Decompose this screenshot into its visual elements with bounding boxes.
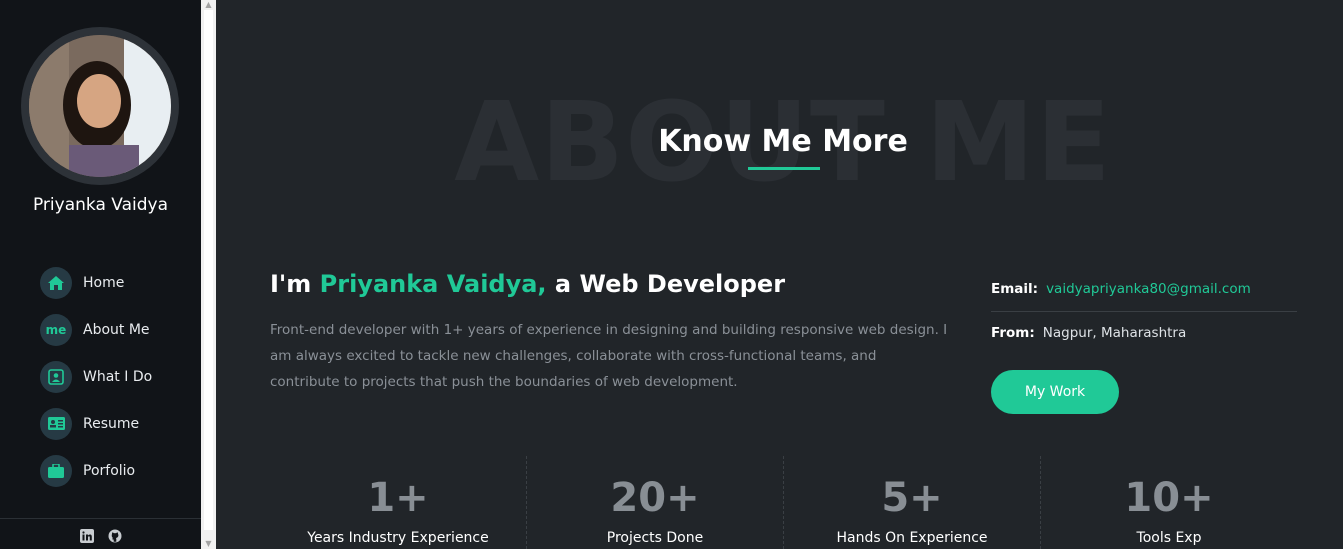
- info-divider: [991, 311, 1297, 312]
- stat-item: 20+ Projects Done: [526, 456, 783, 549]
- about-section: ABOUT ME Know Me More I'm Priyanka Vaidy…: [216, 0, 1343, 549]
- sidebar-divider: [0, 518, 201, 519]
- section-title: Know Me More: [658, 124, 908, 159]
- linkedin-icon[interactable]: [79, 528, 94, 543]
- sidebar: Priyanka Vaidya Home me About Me What I …: [0, 0, 201, 549]
- email-label: Email:: [991, 281, 1039, 297]
- stat-value: 20+: [610, 475, 700, 521]
- nav-label: Porfolio: [83, 462, 136, 479]
- intro-heading: I'm Priyanka Vaidya, a Web Developer: [270, 270, 785, 298]
- sidebar-nav: Home me About Me What I Do Resume Porfol…: [40, 259, 152, 494]
- me-icon: me: [40, 313, 72, 346]
- nav-item-portfolio[interactable]: Porfolio: [40, 447, 152, 494]
- from-row: From: Nagpur, Maharashtra: [991, 322, 1297, 344]
- home-icon: [40, 266, 72, 299]
- nav-label: Home: [83, 274, 125, 291]
- nav-item-resume[interactable]: Resume: [40, 400, 152, 447]
- stat-value: 5+: [881, 475, 943, 521]
- intro-name: Priyanka Vaidya,: [319, 270, 547, 298]
- nav-label: What I Do: [83, 368, 153, 385]
- stat-label: Hands On Experience: [836, 530, 988, 546]
- nav-item-what-i-do[interactable]: What I Do: [40, 353, 152, 400]
- email-link[interactable]: vaidyapriyanka80@gmail.com: [1046, 281, 1251, 297]
- title-underline: [748, 167, 820, 170]
- from-label: From:: [991, 325, 1035, 341]
- stat-value: 1+: [367, 475, 429, 521]
- me-icon-text: me: [45, 322, 67, 337]
- my-work-button[interactable]: My Work: [991, 370, 1119, 414]
- intro-suffix: a Web Developer: [546, 270, 786, 298]
- stat-item: 1+ Years Industry Experience: [270, 456, 526, 549]
- id-card-icon: [40, 407, 72, 440]
- email-row: Email: vaidyapriyanka80@gmail.com: [991, 278, 1297, 300]
- briefcase-icon: [40, 454, 72, 487]
- nav-item-home[interactable]: Home: [40, 259, 152, 306]
- monitor-person-icon: [40, 360, 72, 393]
- stat-item: 5+ Hands On Experience: [783, 456, 1040, 549]
- github-icon[interactable]: [108, 528, 122, 543]
- scroll-up-arrow-icon[interactable]: ▲: [201, 0, 216, 10]
- scrollbar-thumb[interactable]: [204, 10, 213, 530]
- stat-label: Projects Done: [606, 530, 704, 546]
- contact-info: Email: vaidyapriyanka80@gmail.com From: …: [991, 278, 1297, 344]
- avatar: [29, 35, 171, 177]
- intro-prefix: I'm: [270, 270, 320, 298]
- stat-item: 10+ Tools Exp: [1040, 456, 1297, 549]
- bio-text: Front-end developer with 1+ years of exp…: [270, 322, 948, 390]
- profile-name: Priyanka Vaidya: [32, 195, 168, 215]
- avatar-ring: [21, 27, 179, 185]
- nav-item-about[interactable]: me About Me: [40, 306, 152, 353]
- stats-row: 1+ Years Industry Experience 20+ Project…: [270, 456, 1297, 549]
- stat-value: 10+: [1124, 475, 1214, 521]
- from-value: Nagpur, Maharashtra: [1042, 325, 1187, 341]
- nav-label: Resume: [83, 415, 140, 432]
- nav-label: About Me: [83, 321, 150, 338]
- scrollbar[interactable]: ▲ ▼: [201, 0, 216, 549]
- social-links: [0, 528, 201, 543]
- stat-label: Years Industry Experience: [307, 530, 489, 546]
- scroll-down-arrow-icon[interactable]: ▼: [201, 539, 216, 549]
- stat-label: Tools Exp: [1136, 530, 1202, 546]
